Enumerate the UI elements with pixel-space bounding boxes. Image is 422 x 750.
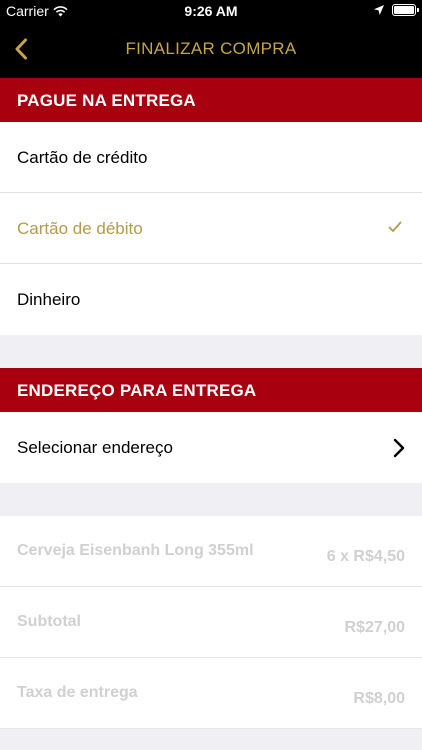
- payment-section-header: PAGUE NA ENTREGA: [0, 78, 422, 122]
- select-address-row[interactable]: Selecionar endereço: [0, 412, 422, 483]
- checkmark-icon: [388, 221, 402, 232]
- payment-option-label: Cartão de crédito: [17, 148, 148, 167]
- status-bar: Carrier 9:26 AM: [0, 0, 422, 22]
- chevron-right-icon: [393, 438, 405, 458]
- location-arrow-icon: [374, 5, 384, 15]
- summary-row-subtotal: Subtotal R$27,00: [0, 587, 422, 658]
- summary-item-value: R$27,00: [344, 619, 406, 636]
- summary-item-label: Taxa de entrega: [17, 684, 138, 701]
- navigation-bar: FINALIZAR COMPRA: [0, 22, 422, 78]
- payment-option-cash[interactable]: Dinheiro: [0, 264, 422, 335]
- battery-icon: [392, 4, 419, 16]
- select-address-label: Selecionar endereço: [17, 438, 173, 457]
- summary-row-product: Cerveja Eisenbanh Long 355ml 6 x R$4,50: [0, 516, 422, 587]
- clock: 9:26 AM: [184, 3, 238, 19]
- payment-option-label: Cartão de débito: [17, 219, 143, 238]
- summary-item-label: Subtotal: [17, 613, 81, 630]
- page-title: FINALIZAR COMPRA: [125, 39, 297, 58]
- address-section-header: ENDEREÇO PARA ENTREGA: [0, 368, 422, 412]
- payment-option-label: Dinheiro: [17, 290, 81, 309]
- payment-option-debit-card[interactable]: Cartão de débito: [0, 193, 422, 264]
- summary-item-value: R$8,00: [353, 690, 405, 707]
- summary-item-label: Cerveja Eisenbanh Long 355ml: [17, 542, 254, 559]
- summary-row-delivery-fee: Taxa de entrega R$8,00: [0, 658, 422, 729]
- summary-item-value: 6 x R$4,50: [326, 548, 405, 565]
- payment-option-credit-card[interactable]: Cartão de crédito: [0, 122, 422, 193]
